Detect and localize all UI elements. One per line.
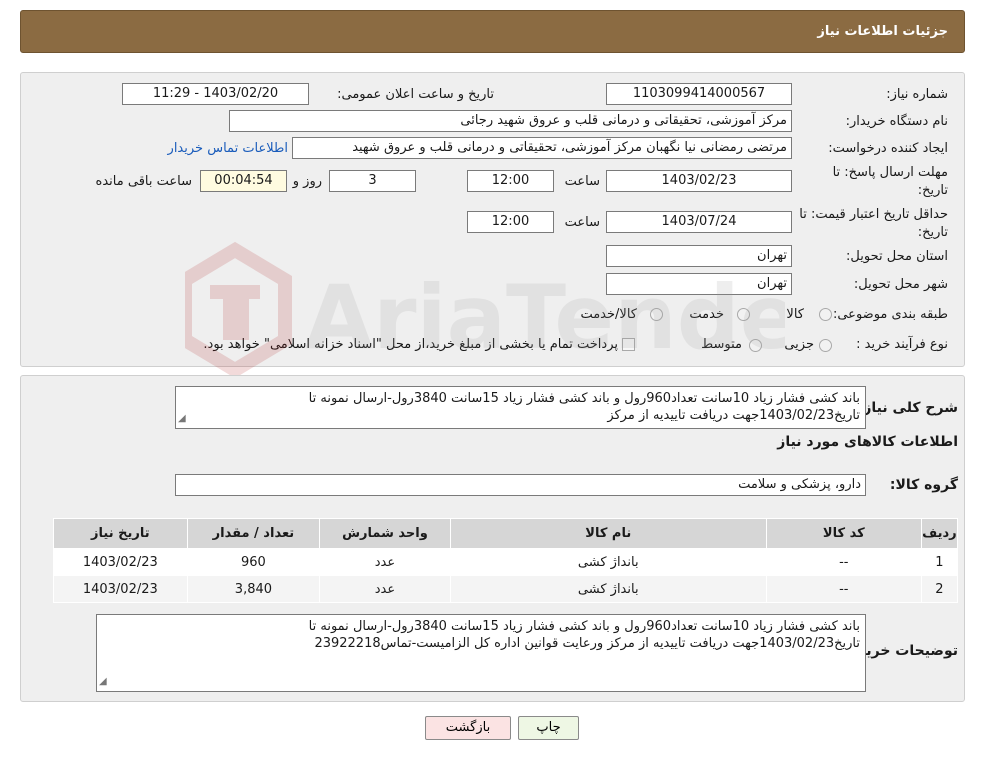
table-row: 2 -- بانداژ کشی عدد 3,840 1403/02/23	[53, 575, 959, 603]
cell-need-date: 1403/02/23	[53, 548, 188, 576]
col-header-row-number: ردیف	[920, 518, 959, 549]
category-radio-goods[interactable]	[819, 308, 832, 321]
announce-datetime-field: 1403/02/20 - 11:29	[122, 83, 309, 105]
cell-goods-code: --	[765, 575, 922, 603]
cell-unit: عدد	[319, 575, 451, 603]
city-label: شهر محل تحویل:	[853, 277, 948, 292]
table-row: 1 -- بانداژ کشی عدد 960 1403/02/23	[53, 548, 959, 576]
need-info-panel: شماره نیاز: 1103099414000567 تاریخ و ساع…	[20, 72, 965, 367]
cell-row-number: 1	[920, 548, 959, 576]
announce-label: تاریخ و ساعت اعلان عمومی:	[337, 87, 494, 102]
cell-row-number: 2	[920, 575, 959, 603]
cell-goods-code: --	[765, 548, 922, 576]
goods-group-field: دارو، پزشکی و سلامت	[175, 474, 866, 496]
buyer-notes-line-1: باند کشی فشار زیاد 10سانت تعداد960رول و …	[308, 619, 860, 634]
process-radio-minor[interactable]	[819, 339, 832, 352]
price-validity-date-field: 1403/07/24	[606, 211, 792, 233]
price-validity-label-line1: حداقل تاریخ اعتبار قیمت: تا	[799, 207, 948, 222]
deadline-time-field: 12:00	[467, 170, 554, 192]
process-radio-medium[interactable]	[749, 339, 762, 352]
remaining-time-label: ساعت باقی مانده	[95, 174, 192, 189]
need-number-label: شماره نیاز:	[886, 87, 948, 102]
page-header: جزئیات اطلاعات نیاز	[20, 10, 965, 53]
col-header-goods-code: کد کالا	[765, 518, 922, 549]
process-label: نوع فرآیند خرید :	[856, 337, 948, 352]
buyer-notes-line-2: تاریخ1403/02/23جهت دریافت تاییدیه از مرک…	[314, 636, 860, 651]
print-button[interactable]: چاپ	[518, 716, 579, 740]
remaining-time-field: 00:04:54	[200, 170, 287, 192]
col-header-goods-name: نام کالا	[449, 518, 767, 549]
deadline-label-line1: مهلت ارسال پاسخ: تا	[832, 165, 948, 180]
treasury-checkbox[interactable]	[622, 338, 635, 351]
resize-grip-icon[interactable]: ◢	[99, 673, 107, 690]
summary-textarea: باند کشی فشار زیاد 10سانت تعداد960رول و …	[175, 386, 866, 429]
cell-quantity: 960	[186, 548, 321, 576]
deadline-time-label: ساعت	[564, 174, 600, 189]
col-header-need-date: تاریخ نیاز	[53, 518, 188, 549]
deadline-date-field: 1403/02/23	[606, 170, 792, 192]
requester-label: ایجاد کننده درخواست:	[828, 141, 948, 156]
goods-table-header-row: ردیف کد کالا نام کالا واحد شمارش تعداد /…	[53, 518, 959, 549]
back-button[interactable]: بازگشت	[425, 716, 511, 740]
category-label: طبقه بندی موضوعی:	[832, 307, 948, 322]
buyer-contact-link[interactable]: اطلاعات تماس خریدار	[168, 141, 288, 156]
process-option-minor: جزیی	[784, 337, 814, 352]
requester-field: مرتضی رمضانی نیا نگهبان مرکز آموزشی، تحق…	[292, 137, 792, 159]
page-title: جزئیات اطلاعات نیاز	[817, 24, 948, 39]
cell-goods-name: بانداژ کشی	[449, 575, 767, 603]
days-remaining-field: 3	[329, 170, 416, 192]
buyer-notes-textarea: باند کشی فشار زیاد 10سانت تعداد960رول و …	[96, 614, 866, 692]
category-option-goods: کالا	[786, 307, 804, 322]
cell-unit: عدد	[319, 548, 451, 576]
need-number-field: 1103099414000567	[606, 83, 792, 105]
days-label: روز و	[292, 174, 322, 189]
price-validity-time-field: 12:00	[467, 211, 554, 233]
summary-line-1: باند کشی فشار زیاد 10سانت تعداد960رول و …	[308, 391, 860, 406]
buyer-org-label: نام دستگاه خریدار:	[845, 114, 948, 129]
goods-table: ردیف کد کالا نام کالا واحد شمارش تعداد /…	[53, 518, 959, 603]
resize-grip-icon[interactable]: ◢	[178, 410, 186, 427]
need-details-panel: شرح کلی نیاز: باند کشی فشار زیاد 10سانت …	[20, 375, 965, 702]
col-header-quantity: تعداد / مقدار	[186, 518, 321, 549]
province-label: استان محل تحویل:	[846, 249, 948, 264]
buyer-org-field: مرکز آموزشی، تحقیقاتی و درمانی قلب و عرو…	[229, 110, 792, 132]
cell-quantity: 3,840	[186, 575, 321, 603]
city-field: تهران	[606, 273, 792, 295]
price-validity-label-line2: تاریخ:	[917, 225, 948, 240]
cell-goods-name: بانداژ کشی	[449, 548, 767, 576]
category-option-service: خدمت	[689, 307, 724, 322]
goods-info-title: اطلاعات کالاهای مورد نیاز	[777, 434, 958, 450]
category-option-goods-service: کالا/خدمت	[580, 307, 637, 322]
province-field: تهران	[606, 245, 792, 267]
price-validity-time-label: ساعت	[564, 215, 600, 230]
summary-label: شرح کلی نیاز:	[857, 400, 958, 416]
deadline-label-line2: تاریخ:	[917, 183, 948, 198]
summary-line-2: تاریخ1403/02/23جهت دریافت تاییدیه از مرک…	[607, 408, 860, 423]
category-radio-goods-service[interactable]	[650, 308, 663, 321]
category-radio-service[interactable]	[737, 308, 750, 321]
process-note: پرداخت تمام یا بخشی از مبلغ خرید،از محل …	[203, 337, 618, 352]
process-option-medium: متوسط	[701, 337, 742, 352]
goods-group-label: گروه کالا:	[889, 477, 958, 493]
cell-need-date: 1403/02/23	[53, 575, 188, 603]
col-header-unit: واحد شمارش	[319, 518, 451, 549]
